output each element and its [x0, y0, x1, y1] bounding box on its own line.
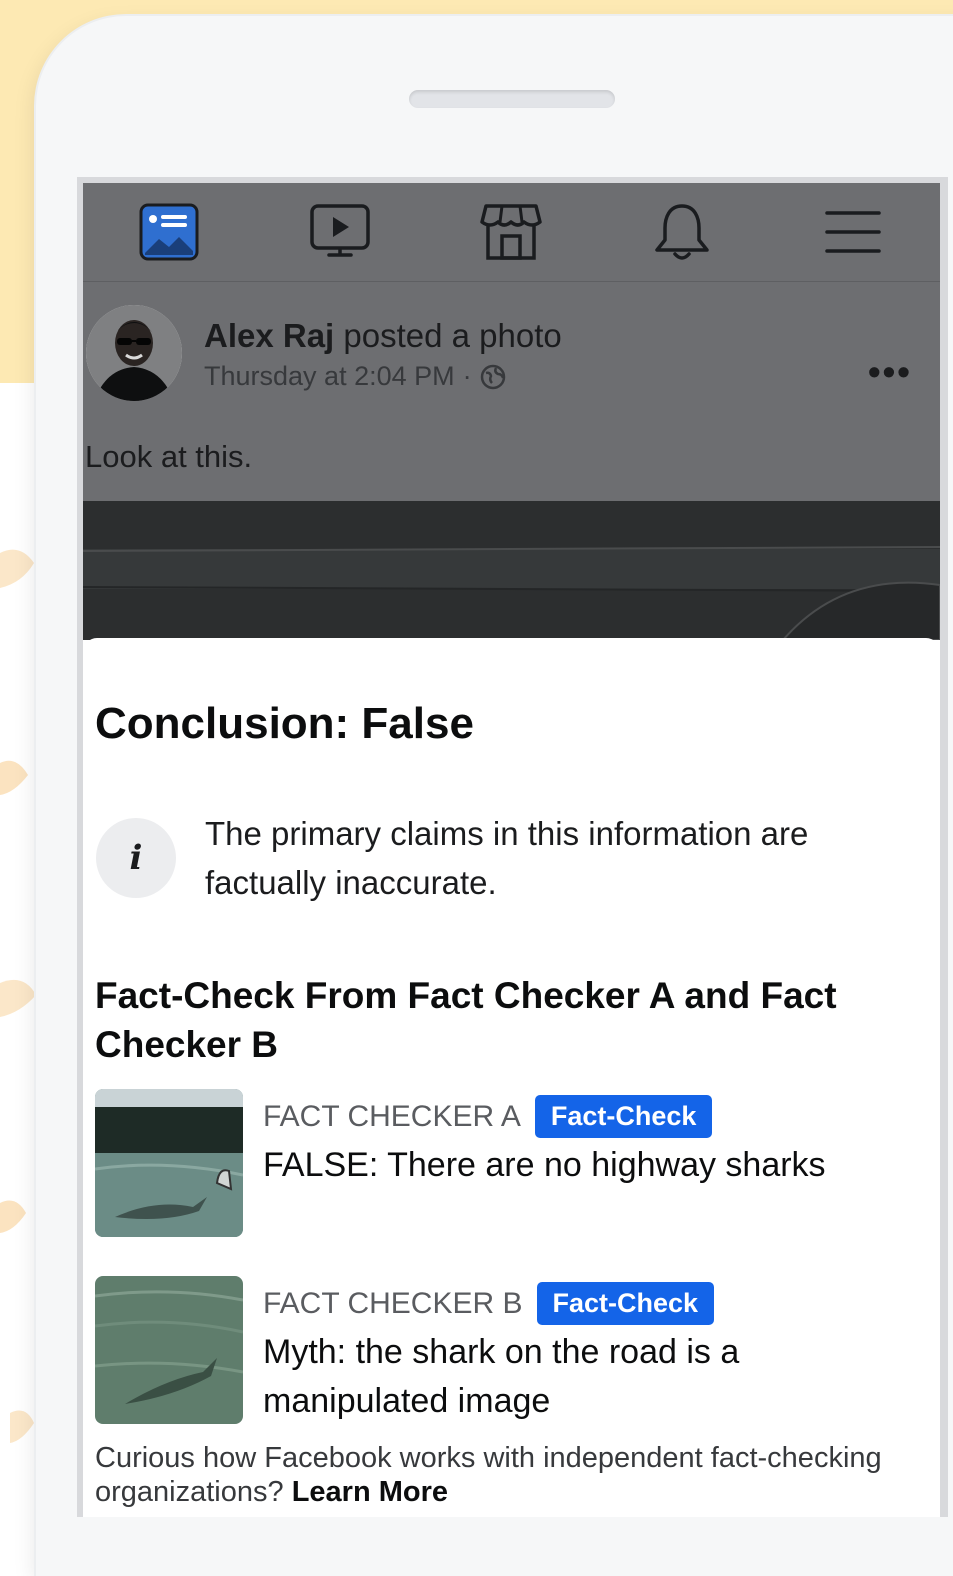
fact-check-title[interactable]: Myth: the shark on the road is a manipul…: [263, 1328, 863, 1426]
highway-shark-thumbnail: [95, 1089, 243, 1237]
background-brush-strokes: [0, 549, 36, 1443]
nav-menu[interactable]: [767, 183, 938, 281]
nav-news-feed[interactable]: [83, 183, 254, 281]
watch-video-icon: [309, 204, 370, 257]
top-navbar: [83, 183, 940, 281]
nav-notifications[interactable]: [596, 183, 767, 281]
post-timestamp[interactable]: Thursday at 2:04 PM: [204, 361, 455, 392]
phone-speaker: [409, 90, 615, 108]
meta-separator: ·: [462, 361, 472, 391]
navbar-divider: [83, 281, 940, 282]
info-text: The primary claims in this information a…: [205, 815, 809, 901]
info-icon: i: [96, 818, 176, 898]
marketplace-icon: [479, 204, 542, 260]
globe-icon: [480, 364, 505, 389]
post-more-button[interactable]: •••: [868, 351, 912, 393]
footer-description: Curious how Facebook works with independ…: [95, 1442, 882, 1508]
fact-check-thumbnail: [95, 1089, 243, 1237]
nav-marketplace[interactable]: [425, 183, 596, 281]
menu-hamburger-icon: [824, 211, 881, 253]
fact-checker-name: FACT CHECKER B: [263, 1286, 523, 1320]
author-avatar[interactable]: [86, 305, 182, 401]
author-photo: [86, 305, 182, 401]
author-name[interactable]: Alex Raj: [204, 317, 334, 354]
footer-text: Curious how Facebook works with independ…: [95, 1441, 925, 1509]
news-feed-icon: [139, 203, 198, 261]
facebook-app: Alex Raj posted a photo Thursday at 2:04…: [83, 183, 940, 1517]
post-photo[interactable]: [83, 501, 940, 640]
post-photo-image: [83, 501, 940, 640]
conclusion-heading: Conclusion: False: [95, 699, 474, 748]
post-action: posted a photo: [343, 317, 562, 354]
learn-more-link[interactable]: Learn More: [292, 1476, 448, 1508]
fact-check-title[interactable]: FALSE: There are no highway sharks: [263, 1141, 863, 1190]
post-text: Look at this.: [85, 439, 253, 474]
fact-checker-source: FACT CHECKER A Fact-Check: [263, 1095, 713, 1138]
fact-check-badge: Fact-Check: [536, 1282, 715, 1325]
nav-watch[interactable]: [254, 183, 425, 281]
fact-check-item[interactable]: FACT CHECKER A Fact-Check FALSE: There a…: [95, 1089, 925, 1239]
fact-check-thumbnail: [95, 1276, 243, 1424]
author-line: Alex Raj posted a photo: [204, 317, 562, 355]
post-meta: Thursday at 2:04 PM ·: [204, 361, 506, 392]
phone-screen: Alex Raj posted a photo Thursday at 2:04…: [77, 177, 948, 1517]
fact-checker-name: FACT CHECKER A: [263, 1099, 521, 1133]
fact-check-heading: Fact-Check From Fact Checker A and Fact …: [95, 975, 837, 1065]
notifications-bell-icon: [654, 204, 709, 260]
fact-check-item[interactable]: FACT CHECKER B Fact-Check Myth: the shar…: [95, 1276, 925, 1426]
shark-water-thumbnail: [95, 1276, 243, 1424]
fact-checker-source: FACT CHECKER B Fact-Check: [263, 1282, 715, 1325]
fact-check-badge: Fact-Check: [534, 1095, 713, 1138]
